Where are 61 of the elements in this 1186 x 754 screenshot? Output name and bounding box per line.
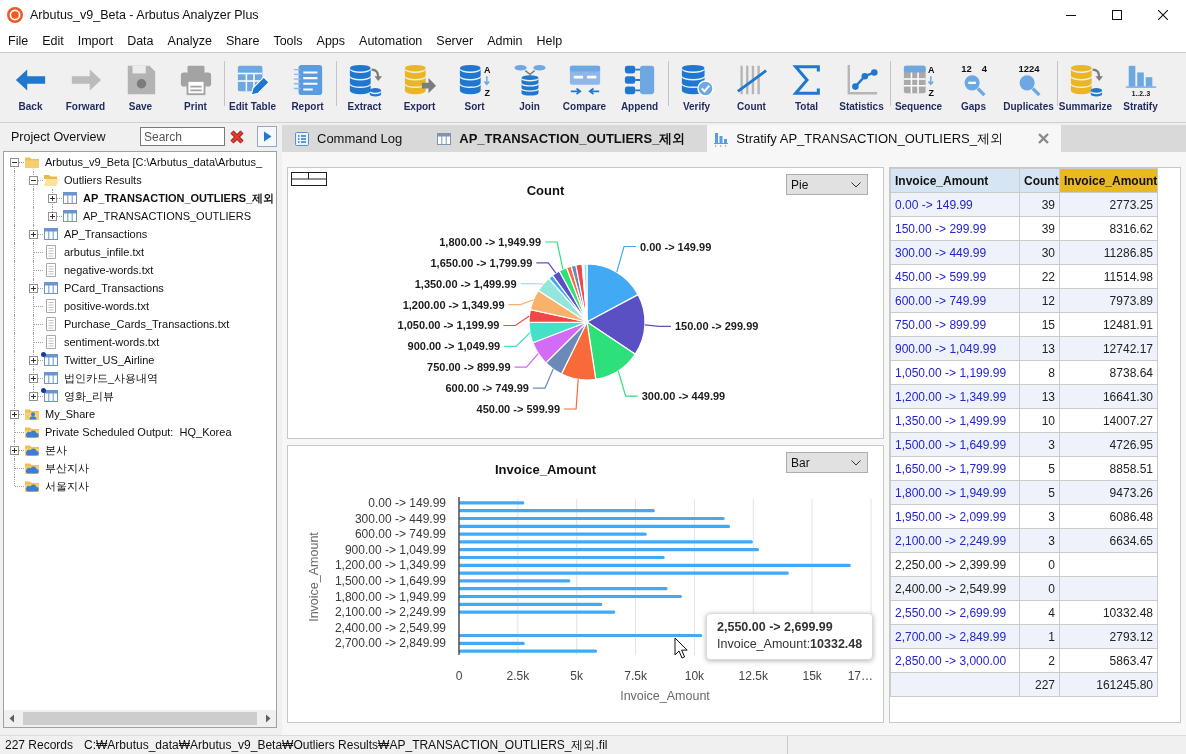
table-cell: 12481.91 bbox=[1059, 312, 1158, 337]
table-cell: 8316.62 bbox=[1059, 216, 1158, 241]
table-cell: 161245.80 bbox=[1059, 672, 1158, 697]
y-axis-title: Invoice_Amount bbox=[307, 532, 321, 622]
slice-label: 750.00 -> 899.99 bbox=[427, 361, 511, 374]
category-label: 0.00 -> 149.99 bbox=[368, 495, 446, 510]
category-label: 900.00 -> 1,049.99 bbox=[344, 542, 446, 557]
table-cell: 2773.25 bbox=[1059, 192, 1158, 217]
table-cell: 16641.30 bbox=[1059, 384, 1158, 409]
tick-label: 12.5k bbox=[738, 669, 768, 683]
table-cell: 4726.95 bbox=[1059, 432, 1158, 457]
slice-label: 300.00 -> 449.99 bbox=[641, 390, 726, 403]
tick-label: 0 bbox=[455, 669, 463, 683]
chart-title: Invoice_Amount bbox=[494, 462, 597, 477]
table-cell: 6634.65 bbox=[1059, 528, 1158, 553]
table-cell: 2,250.00 -> 2,399.99 bbox=[890, 552, 1020, 577]
table-cell: 10332.48 bbox=[1059, 600, 1158, 625]
table-cell: 6086.48 bbox=[1059, 504, 1158, 529]
slice-label: 1,650.00 -> 1,799.99 bbox=[430, 256, 533, 269]
x-axis-title: Invoice_Amount bbox=[620, 689, 710, 703]
category-label: 2,400.00 -> 2,549.99 bbox=[334, 620, 446, 635]
category-label: 1,500.00 -> 1,649.99 bbox=[334, 573, 446, 588]
category-label: 1,200.00 -> 1,349.99 bbox=[334, 558, 446, 573]
slice-label: 900.00 -> 1,049.99 bbox=[407, 340, 501, 353]
tooltip-title: 2,550.00 -> 2,699.99 bbox=[717, 619, 834, 636]
table-cell: 11514.98 bbox=[1059, 264, 1158, 289]
record-count: 227 Records bbox=[4, 738, 75, 752]
slice-label: 600.00 -> 749.99 bbox=[445, 382, 529, 395]
table-cell: 14007.27 bbox=[1059, 408, 1158, 433]
tick-label: 17… bbox=[847, 669, 873, 683]
category-label: 2,100.00 -> 2,249.99 bbox=[334, 605, 446, 620]
window-title: Arbutus_v9_Beta - Arbutus Analyzer Plus bbox=[30, 8, 259, 22]
table-cell: 9473.26 bbox=[1059, 480, 1158, 505]
slice-label: 1,050.00 -> 1,199.99 bbox=[397, 319, 500, 332]
table-cell: 8858.51 bbox=[1059, 456, 1158, 481]
chart-title: Count bbox=[526, 183, 565, 198]
table-cell: 2,400.00 -> 2,549.99 bbox=[890, 576, 1020, 601]
tick-label: 5k bbox=[570, 669, 584, 683]
category-label: 2,700.00 -> 2,849.99 bbox=[334, 636, 446, 651]
category-label: 600.00 -> 749.99 bbox=[354, 527, 446, 542]
panel-title: Project Overview bbox=[11, 129, 106, 144]
category-label: 1,800.00 -> 1,949.99 bbox=[334, 589, 446, 604]
slice-label: 150.00 -> 299.99 bbox=[674, 320, 759, 333]
tick-label: 10k bbox=[684, 669, 705, 683]
tick-label: 7.5k bbox=[624, 669, 647, 683]
table-cell: 2793.12 bbox=[1059, 624, 1158, 649]
slice-label: 1,800.00 -> 1,949.99 bbox=[439, 235, 542, 248]
tick-label: 2.5k bbox=[506, 669, 530, 683]
table-cell: 5863.47 bbox=[1059, 648, 1158, 673]
slice-label: 1,200.00 -> 1,349.99 bbox=[402, 298, 505, 311]
table-cell: 7973.89 bbox=[1059, 288, 1158, 313]
category-label: 300.00 -> 449.99 bbox=[354, 511, 446, 526]
slice-label: 1,350.00 -> 1,499.99 bbox=[414, 277, 517, 290]
tooltip-text: Invoice_Amount:10332.48 bbox=[717, 635, 863, 653]
slice-label: 450.00 -> 599.99 bbox=[476, 403, 561, 415]
table-cell: 8738.64 bbox=[1059, 360, 1158, 385]
slice-label: 0.00 -> 149.99 bbox=[640, 240, 712, 253]
file-path: C:₩Arbutus_data₩Arbutus_v9_Beta₩Outliers Results₩AP_TRANSACTION_OUTLIERS_제외.fil bbox=[84, 736, 609, 754]
tick-label: 15k bbox=[802, 669, 822, 683]
table-cell: 11286.85 bbox=[1059, 240, 1158, 265]
table-cell: 12742.17 bbox=[1059, 336, 1158, 361]
